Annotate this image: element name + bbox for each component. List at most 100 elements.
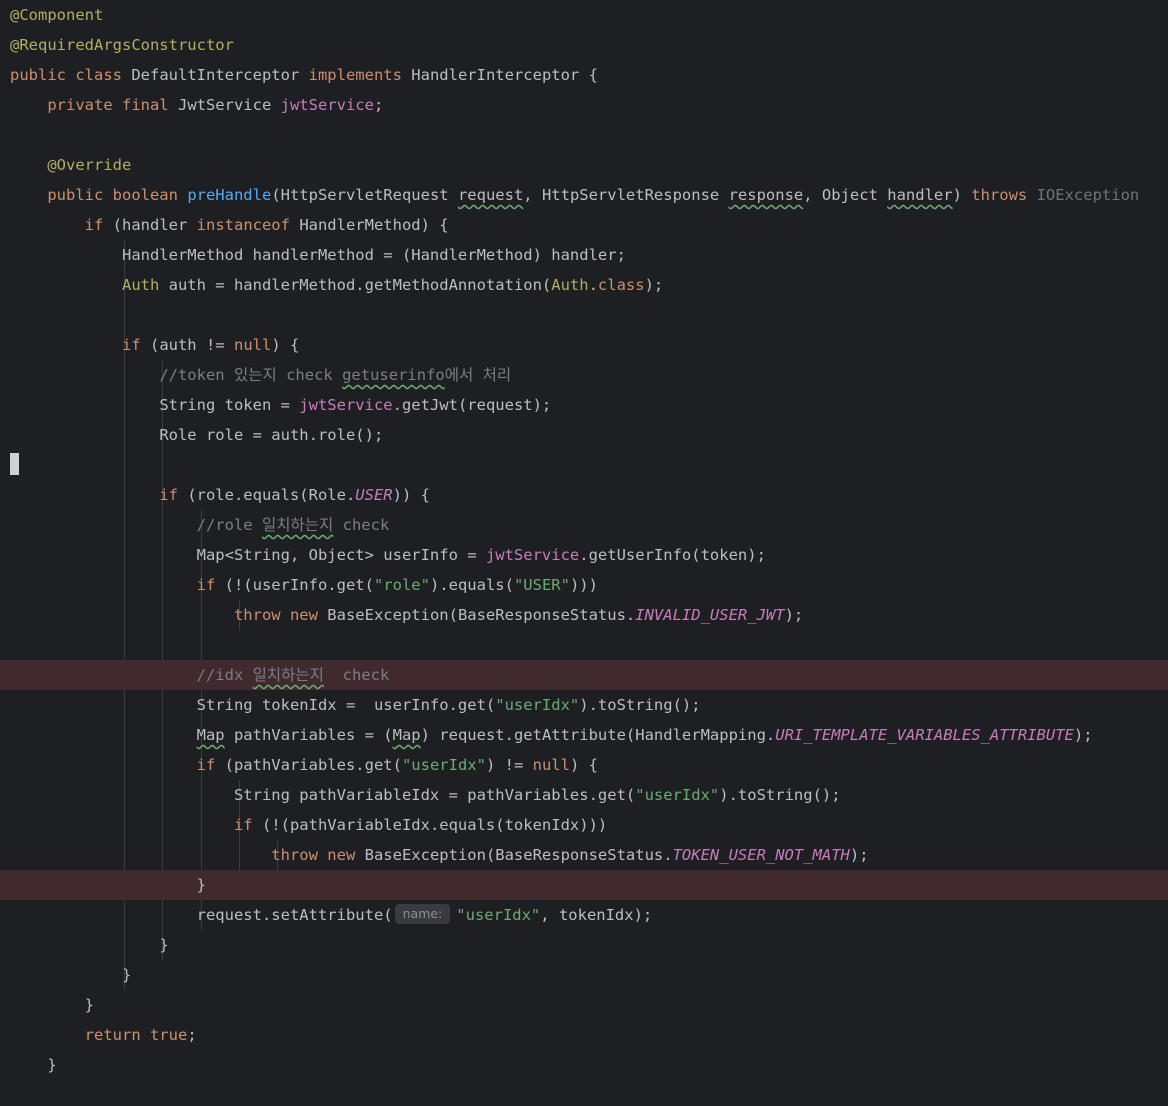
code-token: class: [597, 276, 645, 294]
code-token: ).toString();: [719, 786, 841, 804]
code-token: "userIdx": [401, 756, 486, 774]
code-line[interactable]: String token = jwtService.getJwt(request…: [0, 390, 1168, 420]
code-token: null: [532, 756, 570, 774]
code-token: .getUserInfo(token);: [579, 546, 766, 564]
code-token: }: [121, 966, 132, 984]
code-line[interactable]: if (pathVariables.get("userIdx") != null…: [0, 750, 1168, 780]
code-token: if: [196, 756, 225, 774]
code-token: pathVariables = (: [224, 726, 393, 744]
code-token: ).toString();: [579, 696, 701, 714]
code-line[interactable]: Role role = auth.role();: [0, 420, 1168, 450]
code-token: }: [84, 996, 94, 1014]
code-token: BaseException(BaseResponseStatus.: [364, 846, 673, 864]
code-line[interactable]: String pathVariableIdx = pathVariables.g…: [0, 780, 1168, 810]
code-line[interactable]: [0, 630, 1168, 660]
code-token: ;: [373, 96, 384, 114]
code-token: ) {: [569, 756, 598, 774]
code-line[interactable]: @Component: [0, 0, 1168, 30]
code-line[interactable]: Map<String, Object> userInfo = jwtServic…: [0, 540, 1168, 570]
code-token: ): [952, 186, 972, 204]
code-line[interactable]: public boolean preHandle(HttpServletRequ…: [0, 180, 1168, 210]
code-line[interactable]: private final JwtService jwtService;: [0, 90, 1168, 120]
code-line[interactable]: }: [0, 1050, 1168, 1080]
code-token: );: [1073, 726, 1093, 744]
code-token: , Object: [803, 186, 888, 204]
code-line[interactable]: String tokenIdx = userInfo.get("userIdx"…: [0, 690, 1168, 720]
code-token: Auth: [551, 276, 589, 294]
code-line[interactable]: if (!(userInfo.get("role").equals("USER"…: [0, 570, 1168, 600]
code-token: JwtService: [177, 96, 281, 114]
code-token: (auth !=: [149, 336, 234, 354]
code-line[interactable]: throw new BaseException(BaseResponseStat…: [0, 840, 1168, 870]
code-token: , tokenIdx);: [540, 906, 653, 924]
code-token: throw new: [233, 606, 328, 624]
code-token: "userIdx": [635, 786, 720, 804]
code-line[interactable]: [0, 120, 1168, 150]
code-token: @Component: [10, 6, 104, 24]
code-token: throws: [971, 186, 1037, 204]
code-editor[interactable]: @Component @RequiredArgsConstructor public…: [0, 0, 1168, 1106]
code-line[interactable]: [0, 450, 1168, 480]
code-line[interactable]: Auth auth = handlerMethod.getMethodAnnot…: [0, 270, 1168, 300]
code-token: String token =: [159, 396, 300, 414]
code-token: , HttpServletResponse: [523, 186, 729, 204]
code-token: jwtService: [299, 396, 393, 414]
code-line[interactable]: }: [0, 870, 1168, 900]
code-line[interactable]: [0, 300, 1168, 330]
code-token: INVALID_USER_JWT: [635, 606, 785, 624]
code-token: preHandle: [187, 186, 272, 204]
code-line[interactable]: }: [0, 960, 1168, 990]
code-token: @Override: [47, 156, 132, 174]
code-token: return true: [84, 1026, 188, 1044]
code-line[interactable]: throw new BaseException(BaseResponseStat…: [0, 600, 1168, 630]
code-line[interactable]: //idx 일치하는지 check: [0, 660, 1168, 690]
code-line[interactable]: //token 있는지 check getuserinfo에서 처리: [0, 360, 1168, 390]
code-token: request.setAttribute(: [196, 906, 393, 924]
code-token: public boolean: [47, 186, 188, 204]
code-token: //idx: [196, 666, 253, 684]
code-token: public class: [10, 66, 132, 84]
code-token: "userIdx": [456, 906, 541, 924]
code-line[interactable]: //role 일치하는지 check: [0, 510, 1168, 540]
code-token: handler: [887, 186, 953, 204]
code-line[interactable]: if (role.equals(Role.USER)) {: [0, 480, 1168, 510]
parameter-hint: name:: [394, 904, 451, 924]
code-line[interactable]: if (!(pathVariableIdx.equals(tokenIdx))): [0, 810, 1168, 840]
code-token: .getJwt(request);: [392, 396, 552, 414]
code-token: ))): [569, 576, 598, 594]
code-token: Role role = auth.role();: [159, 426, 384, 444]
code-token: response: [728, 186, 804, 204]
code-line[interactable]: return true;: [0, 1020, 1168, 1050]
code-line[interactable]: if (handler instanceof HandlerMethod) {: [0, 210, 1168, 240]
code-token: .: [588, 276, 598, 294]
code-line[interactable]: HandlerMethod handlerMethod = (HandlerMe…: [0, 240, 1168, 270]
code-token: (pathVariables.get(: [224, 756, 402, 774]
code-token: (handler: [112, 216, 197, 234]
code-token: 에서 처리: [444, 366, 512, 384]
code-line[interactable]: Map pathVariables = (Map) request.getAtt…: [0, 720, 1168, 750]
code-token: HandlerMethod handlerMethod = (HandlerMe…: [121, 246, 626, 264]
code-token: if: [196, 576, 225, 594]
code-token: }: [196, 876, 206, 894]
code-token: IOException: [1036, 186, 1140, 204]
code-token: }: [47, 1056, 57, 1074]
code-token: );: [849, 846, 869, 864]
code-token: USER: [355, 486, 393, 504]
code-token: Map: [392, 726, 421, 744]
code-line[interactable]: }: [0, 990, 1168, 1020]
code-token: getuserinfo: [342, 366, 445, 384]
code-line[interactable]: public class DefaultInterceptor implemen…: [0, 60, 1168, 90]
code-token: DefaultInterceptor: [131, 66, 309, 84]
code-line[interactable]: }: [0, 930, 1168, 960]
code-line[interactable]: request.setAttribute(name: "userIdx", tok…: [0, 900, 1168, 930]
code-token: 일치하는지: [261, 516, 334, 534]
code-token: Map<String, Object> userInfo =: [196, 546, 486, 564]
code-token: //token 있는지 check: [159, 366, 343, 384]
code-line[interactable]: if (auth != null) {: [0, 330, 1168, 360]
code-line[interactable]: @RequiredArgsConstructor: [0, 30, 1168, 60]
code-token: );: [644, 276, 664, 294]
code-token: instanceof: [196, 216, 300, 234]
code-token: null: [233, 336, 272, 354]
code-line[interactable]: @Override: [0, 150, 1168, 180]
code-token: if: [159, 486, 188, 504]
